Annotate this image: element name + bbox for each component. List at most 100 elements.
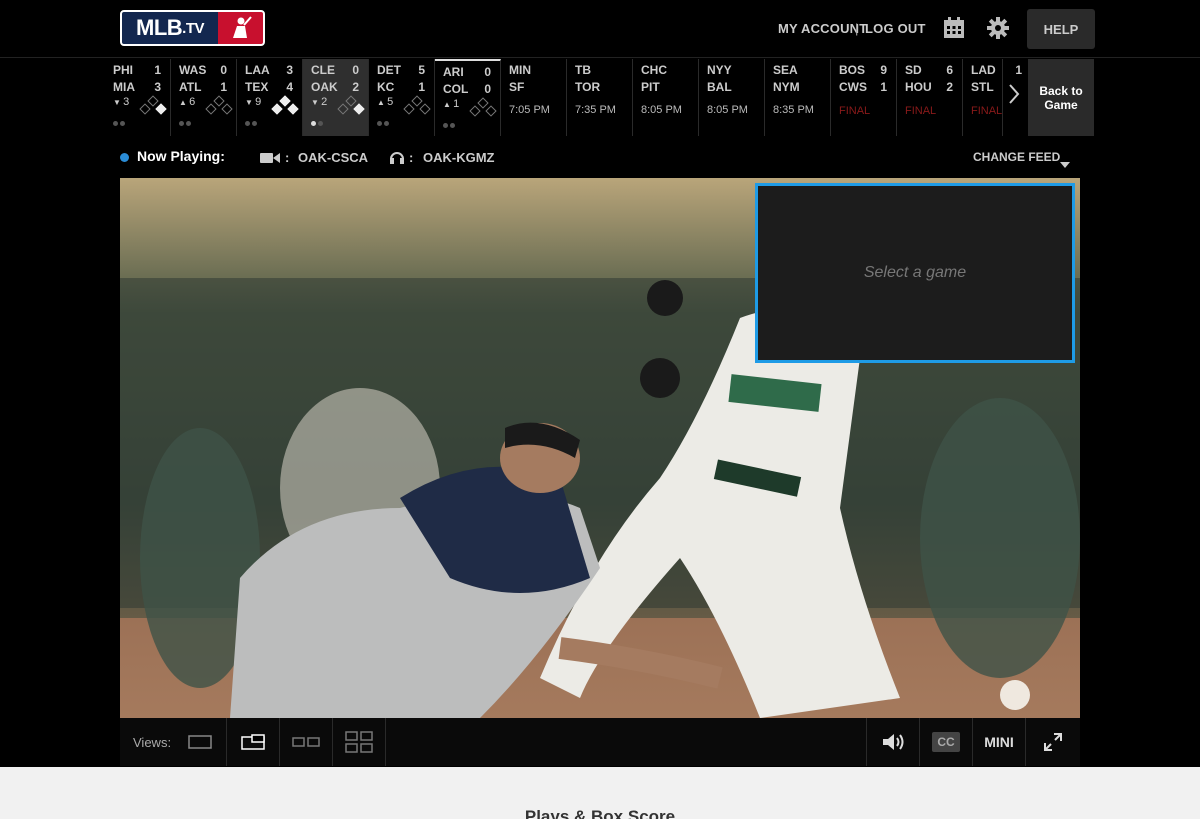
home-team: BAL xyxy=(707,80,732,94)
view-single-button[interactable] xyxy=(173,718,226,766)
views-label: Views: xyxy=(133,735,172,750)
audio-feed-colon: : xyxy=(409,150,414,165)
view-quad-button[interactable] xyxy=(332,718,386,766)
away-score: 3 xyxy=(286,63,293,77)
home-team: CWS xyxy=(839,80,867,94)
away-team: SEA xyxy=(773,63,798,77)
inning-number: 1 xyxy=(453,98,460,110)
scoreboard-game-chc-pit[interactable]: CHC PIT 8:05 PM xyxy=(633,59,699,136)
home-team: KC xyxy=(377,80,395,94)
outs-indicator xyxy=(179,113,199,126)
scoreboard-game-det-kc[interactable]: DET KC 5 1 ▲ 5 xyxy=(369,59,435,136)
mini-player-button[interactable]: MINI xyxy=(972,718,1025,766)
final-status: FINAL xyxy=(839,105,871,117)
away-score: 1 xyxy=(1015,63,1022,77)
home-score: 4 xyxy=(286,80,293,94)
scoreboard-game-min-sf[interactable]: MIN SF 7:05 PM xyxy=(501,59,567,136)
scoreboard-game-bos-cws[interactable]: BOS CWS 9 1 FINAL xyxy=(831,59,897,136)
scoreboard-game-lad-stl[interactable]: LAD STL 1 FINAL xyxy=(963,59,1022,136)
headphones-icon xyxy=(389,149,405,165)
inning-top-arrow-icon: ▲ xyxy=(179,98,190,107)
inning-number: 5 xyxy=(387,96,394,108)
inning-number: 2 xyxy=(321,96,328,108)
away-score: 9 xyxy=(880,63,887,77)
box-score-section: Plays & Box Score xyxy=(0,767,1200,819)
away-team: BOS xyxy=(839,63,866,77)
gear-icon[interactable] xyxy=(983,14,1013,42)
home-team: PIT xyxy=(641,80,660,94)
inning-bottom-arrow-icon: ▼ xyxy=(245,98,256,107)
away-team: CLE xyxy=(311,63,335,77)
inning-indicator: ▼ 9 xyxy=(245,96,261,108)
side-by-side-view-icon xyxy=(292,737,320,747)
fullscreen-button[interactable] xyxy=(1025,718,1080,766)
home-team: TOR xyxy=(575,80,601,94)
away-score: 6 xyxy=(946,63,953,77)
scoreboard-game-phi-mia[interactable]: PHI MIA 1 3 ▼ 3 xyxy=(105,59,171,136)
my-account-link[interactable]: MY ACCOUNT xyxy=(778,21,867,36)
away-team: LAD xyxy=(971,63,996,77)
inning-top-arrow-icon: ▲ xyxy=(377,98,388,107)
logo-text: MLB xyxy=(136,15,183,40)
home-score: 1 xyxy=(880,80,887,94)
away-score: 1 xyxy=(154,63,161,77)
bases-diamond-icon xyxy=(469,97,497,121)
away-team: PHI xyxy=(113,63,134,77)
scoreboard-game-was-atl[interactable]: WAS ATL 0 1 ▲ 6 xyxy=(171,59,237,136)
scoreboard-game-cle-oak[interactable]: CLE OAK 0 2 ▼ 2 xyxy=(303,59,369,136)
logo-suffix: .TV xyxy=(182,19,204,37)
home-team: STL xyxy=(971,80,994,94)
change-feed-dropdown[interactable]: CHANGE FEED xyxy=(973,150,1060,164)
bases-diamond-icon xyxy=(205,95,233,119)
final-status: FINAL xyxy=(971,105,1003,117)
view-side-by-side-button[interactable] xyxy=(279,718,332,766)
bases-diamond-icon xyxy=(337,95,365,119)
top-header: MLB .TV MY ACCOUNT | LOG OUT HELP xyxy=(0,0,1200,58)
home-score: 0 xyxy=(484,82,491,96)
help-button[interactable]: HELP xyxy=(1027,9,1095,49)
bases-diamond-icon xyxy=(271,95,299,119)
scoreboard-game-nyy-bal[interactable]: NYY BAL 8:05 PM xyxy=(699,59,765,136)
mini-label: MINI xyxy=(984,734,1014,750)
scoreboard-game-sd-hou[interactable]: SD HOU 6 2 FINAL xyxy=(897,59,963,136)
inning-number: 6 xyxy=(189,96,196,108)
game-start-time: 8:05 PM xyxy=(641,104,682,116)
away-team: DET xyxy=(377,63,401,77)
home-score: 1 xyxy=(220,80,227,94)
mlbtv-logo[interactable]: MLB .TV xyxy=(120,10,265,46)
log-out-link[interactable]: LOG OUT xyxy=(865,21,926,36)
pip-game-selector[interactable]: Select a game xyxy=(755,183,1075,363)
away-team: CHC xyxy=(641,63,667,77)
view-pip-button[interactable] xyxy=(226,718,279,766)
scoreboard-game-ari-col[interactable]: ARI COL 0 0 ▲ 1 xyxy=(435,59,501,136)
video-camera-icon xyxy=(260,151,280,163)
bases-diamond-icon xyxy=(139,95,167,119)
scoreboard-game-laa-tex[interactable]: LAA TEX 3 4 ▼ 9 xyxy=(237,59,303,136)
chevron-right-icon[interactable] xyxy=(1004,82,1024,106)
scoreboard-game-sea-nym[interactable]: SEA NYM 8:35 PM xyxy=(765,59,831,136)
away-score: 0 xyxy=(352,63,359,77)
calendar-icon[interactable] xyxy=(939,14,969,42)
inning-indicator: ▲ 1 xyxy=(443,98,459,110)
home-team: COL xyxy=(443,82,469,96)
inning-indicator: ▲ 6 xyxy=(179,96,195,108)
outs-indicator xyxy=(443,115,463,128)
closed-captions-button[interactable]: CC xyxy=(919,718,972,766)
scoreboard-game-tb-tor[interactable]: TB TOR 7:35 PM xyxy=(567,59,633,136)
outs-indicator xyxy=(377,113,397,126)
header-separator: | xyxy=(855,21,859,36)
away-team: WAS xyxy=(179,63,207,77)
chevron-down-icon[interactable] xyxy=(1060,155,1070,168)
inning-indicator: ▼ 2 xyxy=(311,96,327,108)
back-to-game-button[interactable]: Back to Game xyxy=(1028,59,1094,136)
pip-placeholder-text: Select a game xyxy=(863,264,967,281)
game-start-time: 7:35 PM xyxy=(575,104,616,116)
home-team: NYM xyxy=(773,80,800,94)
video-feed-colon: : xyxy=(285,150,290,165)
volume-button[interactable] xyxy=(866,718,919,766)
quad-view-icon xyxy=(345,731,373,753)
outs-indicator xyxy=(311,113,331,126)
home-team: ATL xyxy=(179,80,202,94)
back-to-game-label: Back to Game xyxy=(1039,83,1083,112)
inning-bottom-arrow-icon: ▼ xyxy=(113,98,124,107)
